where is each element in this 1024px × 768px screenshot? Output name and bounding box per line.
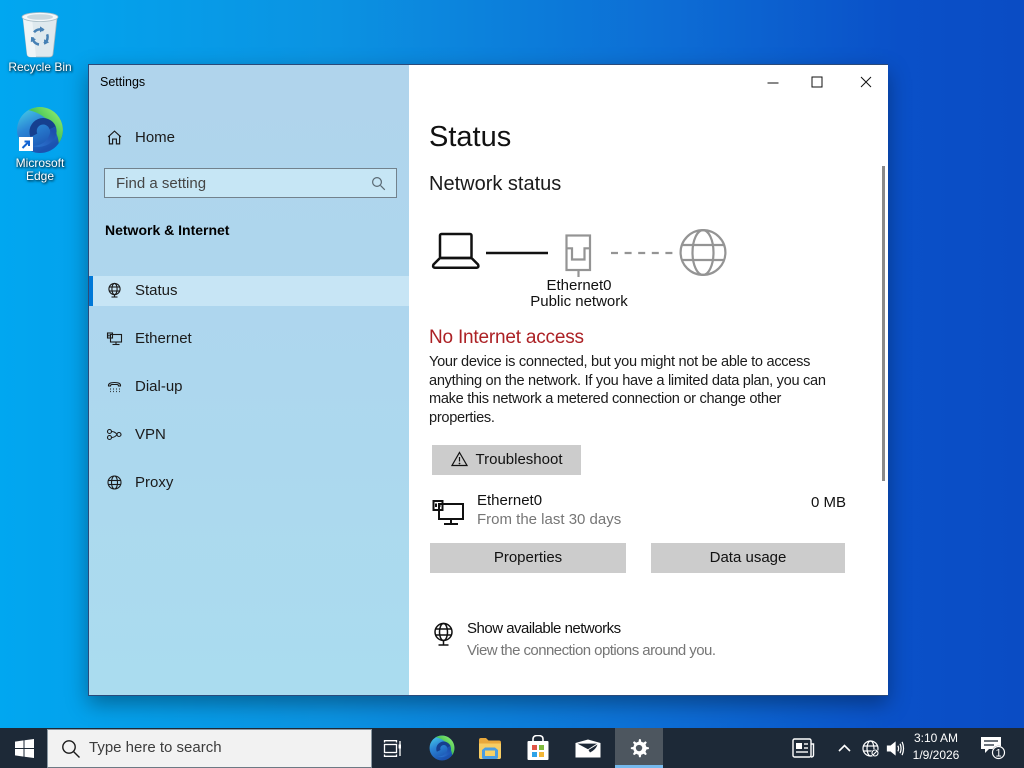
svg-text:1: 1 [995, 748, 1001, 760]
svg-text:Ethernet0: Ethernet0 [546, 277, 611, 294]
svg-text:Public network: Public network [530, 293, 628, 310]
